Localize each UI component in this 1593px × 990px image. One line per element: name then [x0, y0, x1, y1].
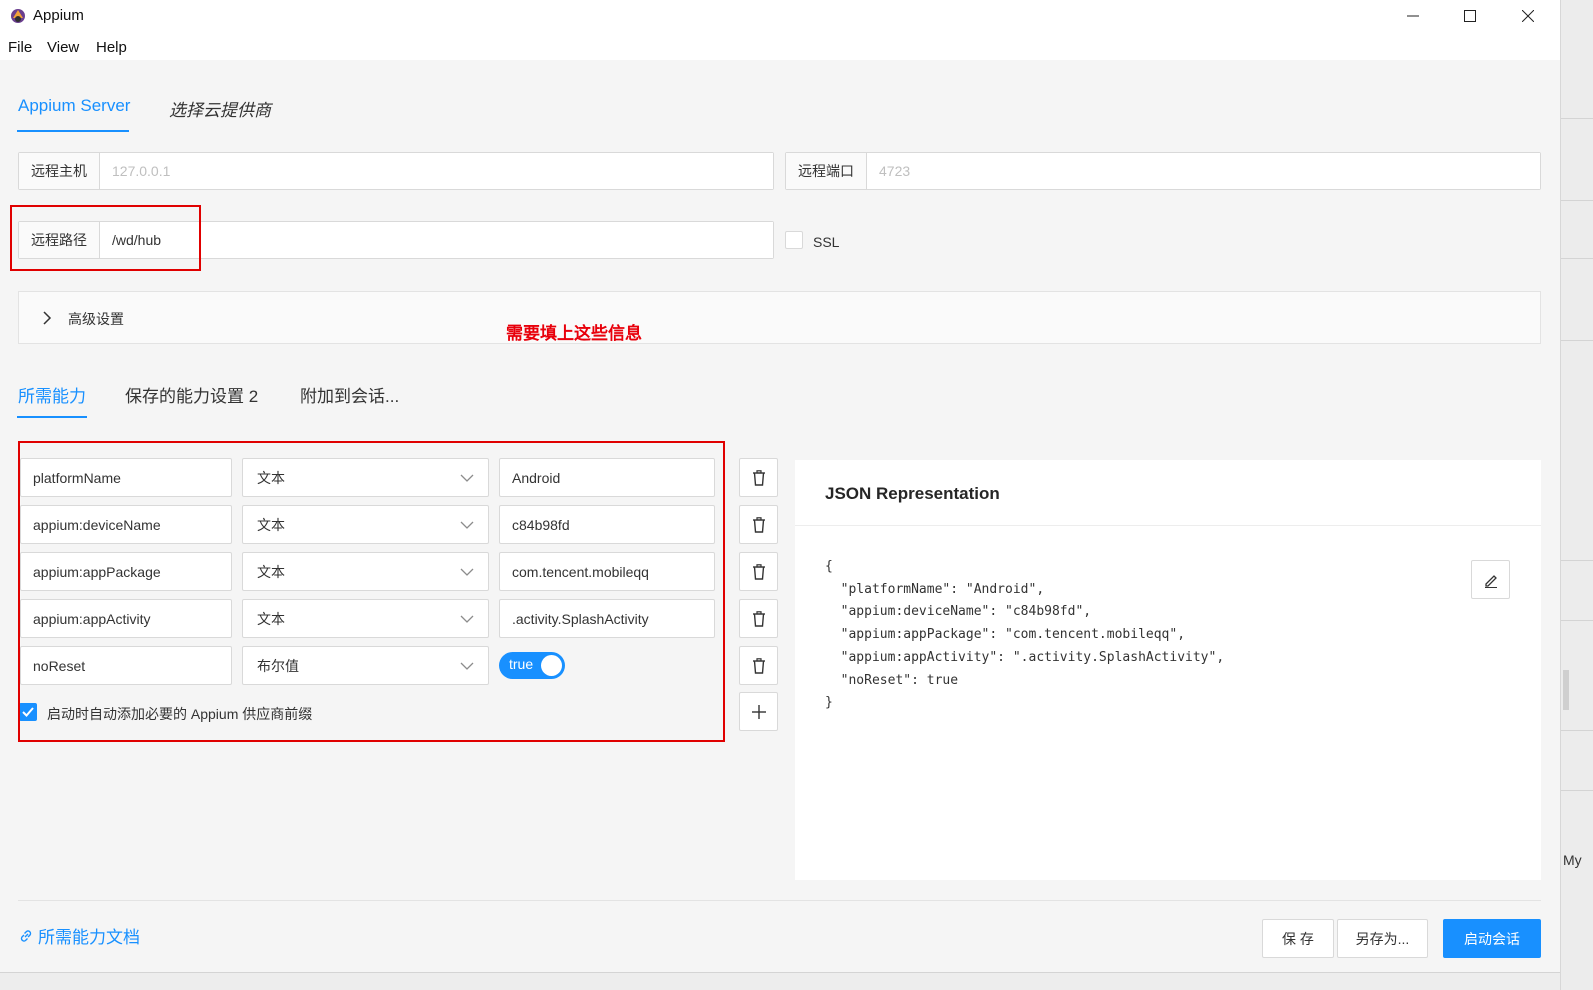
remote-host-group: 远程主机: [18, 152, 774, 190]
save-button[interactable]: 保 存: [1262, 919, 1334, 958]
background-window-edge: My: [1560, 0, 1593, 990]
tab-active-indicator: [17, 130, 129, 132]
menu-help[interactable]: Help: [96, 39, 127, 56]
remote-path-group: 远程路径: [18, 221, 774, 259]
docs-link-label: 所需能力文档: [38, 928, 140, 947]
capability-value-input[interactable]: Android: [499, 458, 715, 497]
remote-port-label: 远程端口: [786, 153, 867, 189]
start-session-button[interactable]: 启动会话: [1443, 919, 1541, 958]
capability-type-value: 文本: [257, 516, 285, 533]
capability-type-select[interactable]: 文本: [242, 458, 489, 497]
chevron-down-icon: [460, 615, 474, 623]
edit-json-button[interactable]: [1471, 560, 1510, 599]
json-panel-header: JSON Representation: [795, 460, 1541, 526]
minimize-icon: [1407, 15, 1419, 17]
cap-tab-active-indicator: [17, 416, 87, 418]
annotation-text: 需要填上这些信息: [506, 324, 642, 343]
tab-appium-server[interactable]: Appium Server: [18, 96, 130, 116]
advanced-settings-panel[interactable]: 高级设置: [18, 291, 1541, 344]
close-button[interactable]: [1499, 0, 1557, 32]
chevron-down-icon: [460, 662, 474, 670]
remote-path-input[interactable]: [100, 222, 773, 258]
capability-name-input[interactable]: appium:appActivity: [20, 599, 232, 638]
link-icon: [20, 929, 32, 942]
menu-file[interactable]: File: [8, 39, 32, 56]
capability-value-input[interactable]: c84b98fd: [499, 505, 715, 544]
capabilities-docs-link[interactable]: 所需能力文档: [18, 923, 140, 948]
save-as-button[interactable]: 另存为...: [1337, 919, 1428, 958]
trash-icon: [752, 469, 765, 486]
capability-value-input[interactable]: .activity.SplashActivity: [499, 599, 715, 638]
background-window-text: My: [1563, 852, 1582, 868]
capability-type-select[interactable]: 文本: [242, 505, 489, 544]
window-title: Appium: [33, 7, 84, 24]
remote-port-group: 远程端口: [785, 152, 1541, 190]
toggle-knob: [541, 655, 562, 676]
chevron-down-icon: [460, 521, 474, 529]
trash-icon: [752, 516, 765, 533]
menu-view[interactable]: View: [47, 39, 79, 56]
capability-type-value: 文本: [257, 610, 285, 627]
chevron-down-icon: [460, 474, 474, 482]
tab-required-capabilities[interactable]: 所需能力: [18, 382, 86, 407]
plus-icon: [751, 704, 766, 719]
json-panel-title: JSON Representation: [825, 484, 1000, 503]
capability-type-value: 文本: [257, 469, 285, 486]
delete-capability-button[interactable]: [739, 552, 778, 591]
json-representation-panel: JSON Representation { "platformName": "A…: [795, 460, 1541, 880]
title-bar: Appium: [0, 0, 1568, 34]
maximize-icon: [1464, 10, 1476, 22]
footer-divider: [18, 900, 1541, 901]
capability-name-input[interactable]: platformName: [20, 458, 232, 497]
maximize-button[interactable]: [1441, 0, 1499, 32]
tab-attach-session[interactable]: 附加到会话...: [300, 382, 399, 407]
delete-capability-button[interactable]: [739, 599, 778, 638]
trash-icon: [752, 657, 765, 674]
remote-path-label: 远程路径: [19, 222, 100, 258]
capability-name-input[interactable]: appium:appPackage: [20, 552, 232, 591]
remote-host-input[interactable]: [100, 153, 773, 189]
background-bottom-edge: [0, 972, 1560, 990]
auto-prefix-label: 启动时自动添加必要的 Appium 供应商前缀: [47, 706, 313, 722]
json-code: { "platformName": "Android", "appium:dev…: [825, 559, 1225, 711]
minimize-button[interactable]: [1384, 0, 1442, 32]
remote-port-input[interactable]: [867, 153, 1540, 189]
delete-capability-button[interactable]: [739, 505, 778, 544]
add-capability-button[interactable]: [739, 692, 778, 731]
toggle-label: true: [509, 656, 534, 672]
trash-icon: [752, 563, 765, 580]
capability-type-value: 文本: [257, 563, 285, 580]
capability-type-select[interactable]: 布尔值: [242, 646, 489, 685]
ssl-checkbox[interactable]: [785, 231, 803, 249]
trash-icon: [752, 610, 765, 627]
tab-saved-capabilities[interactable]: 保存的能力设置 2: [125, 382, 258, 407]
capability-value-input[interactable]: com.tencent.mobileqq: [499, 552, 715, 591]
capability-type-select[interactable]: 文本: [242, 552, 489, 591]
ssl-label: SSL: [813, 234, 840, 250]
appium-logo-icon: [11, 9, 25, 23]
delete-capability-button[interactable]: [739, 458, 778, 497]
capability-type-select[interactable]: 文本: [242, 599, 489, 638]
capability-name-input[interactable]: appium:deviceName: [20, 505, 232, 544]
advanced-settings-label: 高级设置: [68, 311, 124, 327]
tab-cloud-provider[interactable]: 选择云提供商: [169, 96, 271, 121]
chevron-right-icon: [43, 311, 52, 325]
chevron-down-icon: [460, 568, 474, 576]
capability-name-input[interactable]: noReset: [20, 646, 232, 685]
capability-value-toggle[interactable]: true: [499, 652, 565, 679]
close-icon: [1522, 10, 1534, 22]
delete-capability-button[interactable]: [739, 646, 778, 685]
capability-type-value: 布尔值: [257, 657, 299, 674]
remote-host-label: 远程主机: [19, 153, 100, 189]
menu-bar: File View Help: [0, 36, 1568, 60]
edit-icon: [1484, 574, 1497, 588]
checkmark-icon: [22, 707, 34, 717]
auto-prefix-checkbox[interactable]: [19, 703, 37, 721]
